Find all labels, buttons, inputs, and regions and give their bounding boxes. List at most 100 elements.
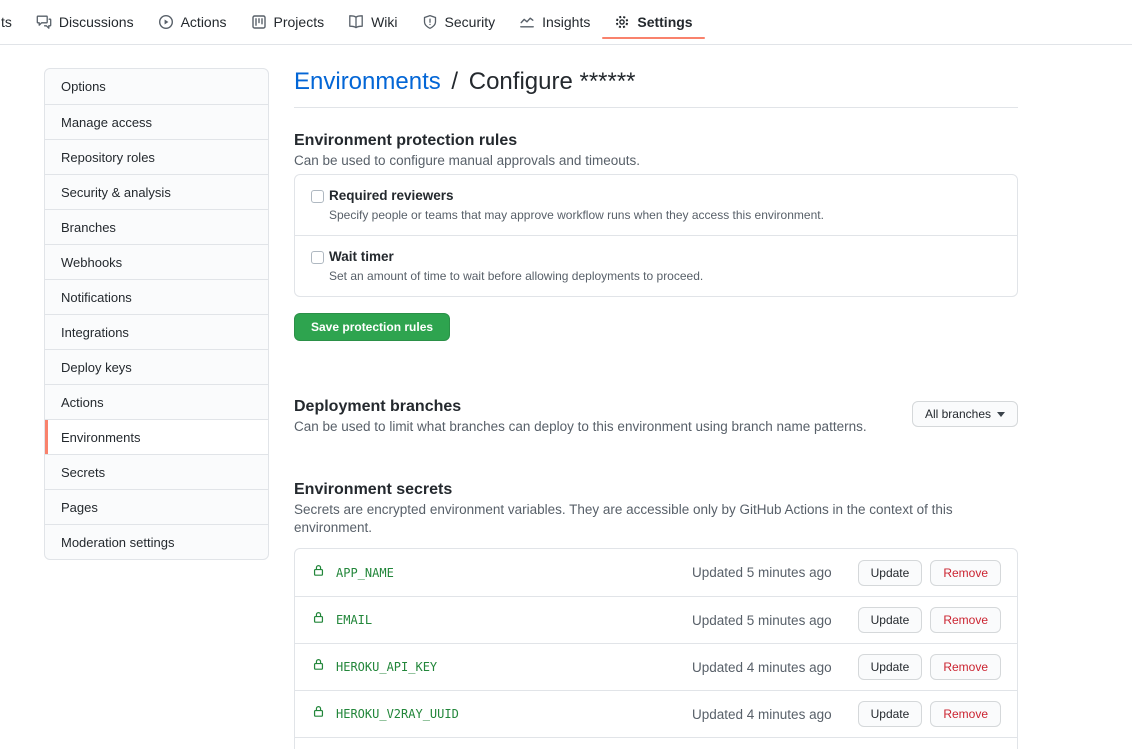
update-secret-button[interactable]: Update: [857, 701, 923, 727]
add-secret-button[interactable]: Add Secret: [295, 737, 1017, 749]
page-title: Environments / Configure ******: [294, 68, 1018, 108]
update-secret-button[interactable]: Update: [857, 559, 923, 586]
tab-label: Actions: [180, 14, 227, 30]
sidebar-item-label: Branches: [61, 219, 116, 235]
tab-label: ts: [1, 14, 12, 30]
sidebar-item-moderation-settings[interactable]: Moderation settings: [45, 524, 268, 559]
sidebar-item-environments[interactable]: Environments: [45, 419, 268, 454]
protection-rules-box: Required reviewers Specify people or tea…: [294, 174, 1018, 297]
remove-secret-button[interactable]: Remove: [930, 654, 1001, 680]
environment-configure-panel: Environments / Configure ****** Environm…: [294, 68, 1018, 749]
sidebar-item-label: Repository roles: [61, 149, 155, 165]
environment-secrets-description: Secrets are encrypted environment variab…: [294, 502, 953, 535]
update-secret-button[interactable]: Update: [857, 654, 923, 680]
update-secret-button[interactable]: Update: [857, 607, 923, 633]
secret-row-heroku-api-key: HEROKU_API_KEY Updated 4 minutes ago Upd…: [295, 643, 1017, 690]
project-icon: [251, 14, 267, 30]
sidebar-item-webhooks[interactable]: Webhooks: [45, 244, 268, 279]
sidebar-item-integrations[interactable]: Integrations: [45, 314, 268, 349]
save-protection-rules-button[interactable]: Save protection rules: [294, 313, 451, 341]
secret-row-email: EMAIL Updated 5 minutes ago Update Remov…: [295, 596, 1017, 643]
tab-label: Insights: [542, 14, 591, 30]
tab-label: Settings: [637, 14, 693, 30]
sidebar-item-label: Notifications: [61, 289, 132, 305]
sidebar-item-label: Environments: [61, 429, 141, 445]
sidebar-item-security-analysis[interactable]: Security & analysis: [45, 174, 268, 209]
protection-rules-title: Environment protection rules: [294, 132, 518, 149]
lock-icon: [311, 657, 326, 677]
breadcrumb-current: Configure ******: [468, 68, 636, 95]
protection-rules-section: Environment protection rules Can be used…: [294, 132, 1018, 341]
sidebar-item-label: Actions: [61, 394, 104, 410]
wait-timer-checkbox[interactable]: [311, 250, 324, 264]
remove-secret-button[interactable]: Remove: [930, 559, 1001, 586]
tab-actions[interactable]: Actions: [146, 0, 239, 44]
rule-required-reviewers: Required reviewers Specify people or tea…: [295, 175, 1017, 235]
secret-name: EMAIL: [336, 613, 373, 627]
all-branches-dropdown[interactable]: All branches: [911, 401, 1018, 427]
sidebar-item-options[interactable]: Options: [45, 69, 268, 104]
secret-name: APP_NAME: [336, 565, 394, 580]
play-icon: [158, 14, 174, 30]
sidebar-item-label: Secrets: [61, 464, 106, 480]
protection-rules-description: Can be used to configure manual approval…: [294, 153, 640, 168]
sidebar-item-label: Security & analysis: [61, 184, 171, 200]
book-icon: [348, 14, 364, 30]
tab-label: Security: [444, 14, 496, 30]
secret-row-heroku-v2ray-uuid: HEROKU_V2RAY_UUID Updated 4 minutes ago …: [295, 690, 1017, 737]
sidebar-item-pages[interactable]: Pages: [45, 489, 268, 524]
required-reviewers-checkbox[interactable]: [311, 189, 324, 203]
secret-updated: Updated 4 minutes ago: [692, 659, 832, 675]
secret-updated: Updated 4 minutes ago: [692, 706, 832, 722]
sidebar-item-secrets[interactable]: Secrets: [45, 454, 268, 489]
tab-settings[interactable]: Settings: [602, 0, 705, 44]
deployment-branches-section: Deployment branches Can be used to limit…: [294, 398, 1018, 436]
sidebar-item-repository-roles[interactable]: Repository roles: [45, 139, 268, 174]
lock-icon: [311, 704, 326, 724]
sidebar-item-label: Manage access: [61, 114, 153, 130]
sidebar-item-label: Options: [61, 79, 106, 94]
sidebar-item-actions[interactable]: Actions: [45, 384, 268, 419]
deployment-branches-description: Can be used to limit what branches can d…: [294, 419, 867, 434]
secret-name: HEROKU_V2RAY_UUID: [336, 707, 459, 721]
breadcrumb-separator: /: [451, 68, 459, 95]
breadcrumb-environments-link[interactable]: Environments: [294, 68, 441, 95]
rule-description: Set an amount of time to wait before all…: [329, 269, 704, 283]
sidebar-item-manage-access[interactable]: Manage access: [45, 104, 268, 139]
sidebar-item-label: Integrations: [61, 324, 129, 340]
secrets-list: APP_NAME Updated 5 minutes ago Update Re…: [294, 548, 1018, 749]
lock-icon: [311, 610, 326, 630]
tab-label: Discussions: [58, 14, 134, 30]
sidebar-item-notifications[interactable]: Notifications: [45, 279, 268, 314]
tab-wiki[interactable]: Wiki: [336, 0, 409, 44]
secret-updated: Updated 5 minutes ago: [692, 612, 832, 628]
rule-wait-timer: Wait timer Set an amount of time to wait…: [295, 235, 1017, 296]
sidebar-item-label: Pages: [61, 499, 98, 515]
remove-secret-button[interactable]: Remove: [930, 701, 1001, 727]
gear-icon: [614, 14, 630, 30]
settings-sidebar: Options Manage access Repository roles S…: [44, 68, 269, 560]
sidebar-item-branches[interactable]: Branches: [45, 209, 268, 244]
tab-security[interactable]: Security: [410, 0, 508, 44]
tab-projects[interactable]: Projects: [239, 0, 337, 44]
lock-icon: [311, 563, 326, 583]
shield-icon: [422, 14, 438, 30]
rule-label: Wait timer: [329, 249, 394, 264]
tab-label: Wiki: [371, 14, 398, 30]
environment-secrets-section: Environment secrets Secrets are encrypte…: [294, 481, 1018, 749]
environment-secrets-title: Environment secrets: [294, 481, 453, 498]
remove-secret-button[interactable]: Remove: [930, 607, 1001, 633]
tab-discussions[interactable]: Discussions: [24, 0, 146, 44]
secret-name: HEROKU_API_KEY: [336, 660, 438, 674]
sidebar-item-label: Moderation settings: [61, 534, 175, 550]
tab-partial-pull-requests[interactable]: ts: [0, 0, 24, 44]
sidebar-item-label: Deploy keys: [61, 359, 132, 375]
rule-description: Specify people or teams that may approve…: [329, 208, 824, 222]
tab-insights[interactable]: Insights: [507, 0, 602, 44]
secret-updated: Updated 5 minutes ago: [692, 565, 832, 580]
sidebar-item-deploy-keys[interactable]: Deploy keys: [45, 349, 268, 384]
all-branches-label: All branches: [924, 407, 991, 421]
comment-discussion-icon: [36, 14, 52, 30]
repo-tab-bar: ts Discussions Actions Projects Wiki Sec…: [0, 0, 1132, 45]
sidebar-item-label: Webhooks: [61, 254, 123, 270]
